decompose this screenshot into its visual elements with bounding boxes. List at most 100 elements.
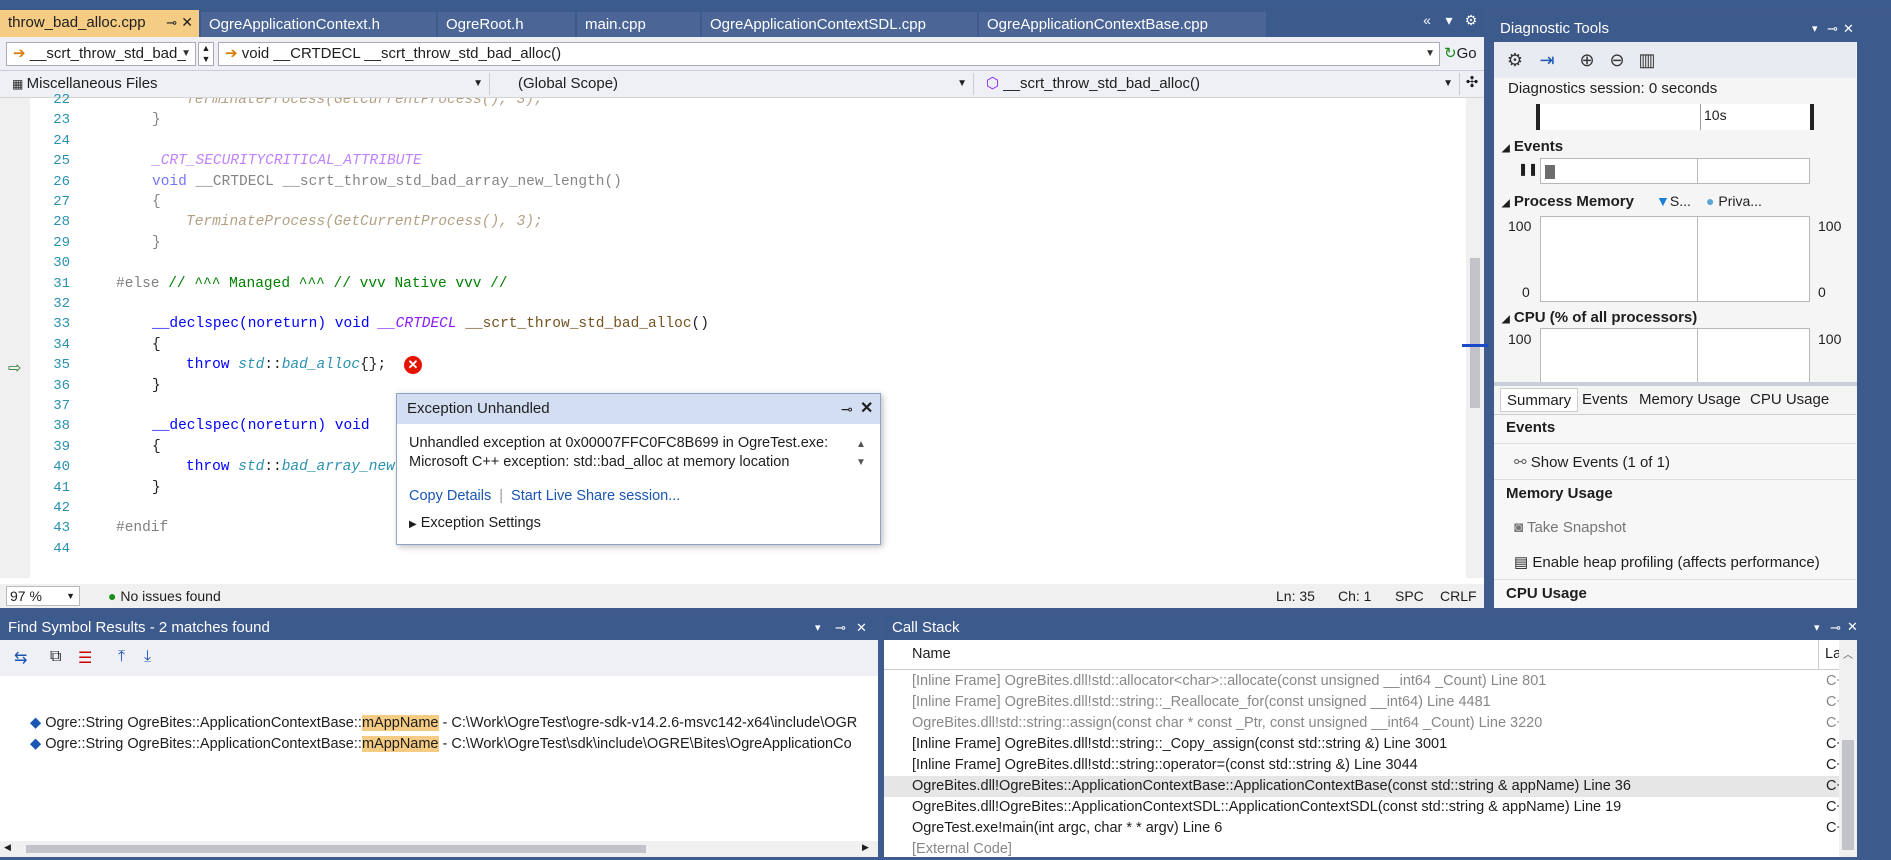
editor-vertical-scrollbar[interactable] (1462, 98, 1488, 578)
code-token: throw (186, 459, 230, 475)
line-number: 35 (53, 357, 70, 373)
cpu-section-header[interactable]: ◢ CPU (% of all processors) (1502, 309, 1697, 326)
event-marker[interactable] (1545, 165, 1555, 179)
message-scrollbar[interactable]: ▲ ▼ (856, 436, 866, 472)
chevron-left-icon[interactable]: ◀ (4, 842, 11, 853)
signature-combo[interactable]: ➔ void __CRTDECL __scrt_throw_std_bad_al… (218, 42, 1440, 66)
pin-icon[interactable]: ⊸ (166, 10, 177, 35)
copy-details-link[interactable]: Copy Details (409, 488, 491, 504)
scroll-thumb[interactable] (1842, 740, 1854, 850)
whitespace-indicator[interactable]: SPC (1395, 584, 1424, 608)
scroll-thumb[interactable] (26, 845, 646, 853)
show-events-link[interactable]: ⚯ Show Events (1 of 1) (1514, 453, 1670, 471)
tab-main-cpp[interactable]: main.cpp (577, 12, 701, 37)
live-share-link[interactable]: Start Live Share session... (511, 488, 680, 504)
function-combo[interactable]: ➔ __scrt_throw_std_bad_ ▼ (6, 42, 196, 66)
gear-icon[interactable]: ⚙ (1502, 48, 1528, 72)
tab-summary[interactable]: Summary (1500, 388, 1579, 412)
scope-combo[interactable]: (Global Scope) ▼ (496, 73, 974, 95)
tab-throw-bad-alloc[interactable]: throw_bad_alloc.cpp ⊸ ✕ (0, 10, 200, 37)
close-icon[interactable]: ✕ (181, 10, 193, 35)
table-row[interactable]: OgreBites.dll!OgreBites::ApplicationCont… (912, 797, 1818, 818)
table-row[interactable]: OgreBites.dll!std::string::assign(const … (912, 713, 1818, 734)
close-icon[interactable]: ✕ (856, 616, 867, 640)
split-icon[interactable]: ✣ (1462, 73, 1482, 95)
zoom-out-icon[interactable]: ⊖ (1604, 48, 1630, 72)
column-header-name[interactable]: Name (912, 646, 951, 662)
chevron-down-icon: ▼ (66, 591, 75, 601)
pin-icon[interactable]: ⊸ (835, 616, 846, 640)
events-track[interactable] (1540, 158, 1810, 184)
line-ending-indicator[interactable]: CRLF (1440, 584, 1477, 608)
tab-ogre-app-context-sdl-cpp[interactable]: OgreApplicationContextSDL.cpp (702, 12, 978, 37)
scroll-tabs-icon[interactable]: « (1416, 12, 1438, 28)
close-icon[interactable]: ✕ (1843, 16, 1854, 42)
dropdown-icon[interactable]: ▾ (815, 616, 821, 640)
list-item[interactable]: ◆ Ogre::String OgreBites::ApplicationCon… (30, 713, 857, 734)
exception-links: Copy Details | Start Live Share session.… (409, 488, 681, 504)
copy-icon[interactable]: ⧉ (50, 648, 61, 666)
exception-message-line: Microsoft C++ exception: std::bad_alloc … (409, 454, 790, 470)
previous-result-icon[interactable]: ⤒ (118, 648, 125, 666)
table-row[interactable]: [Inline Frame] OgreBites.dll!std::string… (912, 692, 1818, 713)
pin-icon[interactable]: ⊸ (1827, 16, 1838, 42)
section-label: Events (1513, 138, 1564, 155)
panel-title: Find Symbol Results - 2 matches found (8, 619, 270, 636)
dropdown-icon[interactable]: ▾ (1814, 616, 1820, 640)
issues-indicator[interactable]: ● No issues found (108, 584, 221, 608)
process-memory-header[interactable]: ◢ Process Memory (1502, 193, 1634, 210)
spin-buttons[interactable]: ▲ ▼ (198, 42, 214, 66)
tab-ogre-app-context-base-cpp[interactable]: OgreApplicationContextBase.cpp (979, 12, 1267, 37)
scroll-thumb[interactable] (1470, 258, 1480, 408)
tab-events[interactable]: Events (1582, 388, 1628, 412)
heap-profiling-toggle[interactable]: ▤ Enable heap profiling (affects perform… (1514, 553, 1820, 571)
close-icon[interactable]: ✕ (860, 394, 873, 424)
table-row[interactable]: OgreTest.exe!main(int argc, char * * arg… (912, 818, 1818, 839)
call-stack-scrollbar[interactable]: ︿ (1839, 640, 1857, 857)
exception-settings-expander[interactable]: ▶ Exception Settings (409, 515, 541, 531)
pause-icon[interactable]: ❚❚ (1518, 162, 1538, 176)
table-row[interactable]: [Inline Frame] OgreBites.dll!std::string… (912, 734, 1818, 755)
table-row-selected[interactable]: OgreBites.dll!OgreBites::ApplicationCont… (912, 776, 1818, 797)
column-divider[interactable] (1818, 640, 1819, 670)
tab-list-dropdown-icon[interactable]: ▾ (1438, 12, 1460, 29)
go-button[interactable]: ↻Go (1444, 42, 1482, 66)
tab-memory-usage[interactable]: Memory Usage (1639, 388, 1741, 412)
cpu-graph[interactable] (1540, 328, 1810, 383)
zoom-in-icon[interactable]: ⊕ (1574, 48, 1600, 72)
zoom-combo[interactable]: 97 % ▼ (6, 586, 80, 606)
member-combo[interactable]: ⬡ __scrt_throw_std_bad_alloc() ▼ (980, 73, 1460, 95)
tab-cpu-usage[interactable]: CPU Usage (1750, 388, 1829, 412)
reset-zoom-icon[interactable]: ▥ (1634, 48, 1660, 72)
close-icon[interactable]: ✕ (1847, 615, 1858, 639)
tab-label: throw_bad_alloc.cpp (8, 14, 146, 31)
tab-ogre-application-context-h[interactable]: OgreApplicationContext.h (201, 12, 437, 37)
project-combo[interactable]: ▦ Miscellaneous Files ▼ (6, 73, 490, 95)
chevron-up-icon[interactable]: ︿ (1843, 646, 1853, 661)
events-section-header[interactable]: ◢ Events (1502, 138, 1563, 155)
splitter[interactable] (1494, 382, 1857, 386)
code-line-38: __declspec(noreturn) void (152, 416, 370, 436)
timeline-ruler[interactable]: 10s (1536, 104, 1814, 130)
list-item[interactable]: ◆ Ogre::String OgreBites::ApplicationCon… (30, 734, 852, 755)
error-icon[interactable]: ✕ (404, 356, 422, 374)
clear-all-icon[interactable]: ☰ (78, 648, 92, 668)
process-memory-graph[interactable] (1540, 216, 1810, 302)
dropdown-icon[interactable]: ▾ (1812, 16, 1818, 42)
export-icon[interactable]: ⇥ (1534, 48, 1560, 72)
go-to-definition-icon[interactable]: ⇆ (14, 648, 27, 668)
settings-icon[interactable]: ⚙ (1460, 12, 1482, 29)
chevron-right-icon[interactable]: ▶ (862, 842, 869, 853)
tab-ogre-root-h[interactable]: OgreRoot.h (438, 12, 576, 37)
table-row[interactable]: [Inline Frame] OgreBites.dll!std::string… (912, 755, 1818, 776)
table-row[interactable]: [Inline Frame] OgreBites.dll!std::alloca… (912, 671, 1818, 692)
pin-icon[interactable]: ⊸ (841, 394, 853, 424)
chevron-down-icon: ▼ (181, 48, 191, 59)
column-indicator[interactable]: Ch: 1 (1338, 584, 1371, 608)
pin-icon[interactable]: ⊸ (1830, 616, 1841, 640)
find-horizontal-scrollbar[interactable]: ◀ ▶ (0, 841, 878, 857)
result-match: mAppName (361, 715, 439, 731)
next-result-icon[interactable]: ⤓ (144, 648, 151, 666)
take-snapshot-button[interactable]: ◙ Take Snapshot (1514, 519, 1626, 536)
line-indicator[interactable]: Ln: 35 (1276, 584, 1315, 608)
